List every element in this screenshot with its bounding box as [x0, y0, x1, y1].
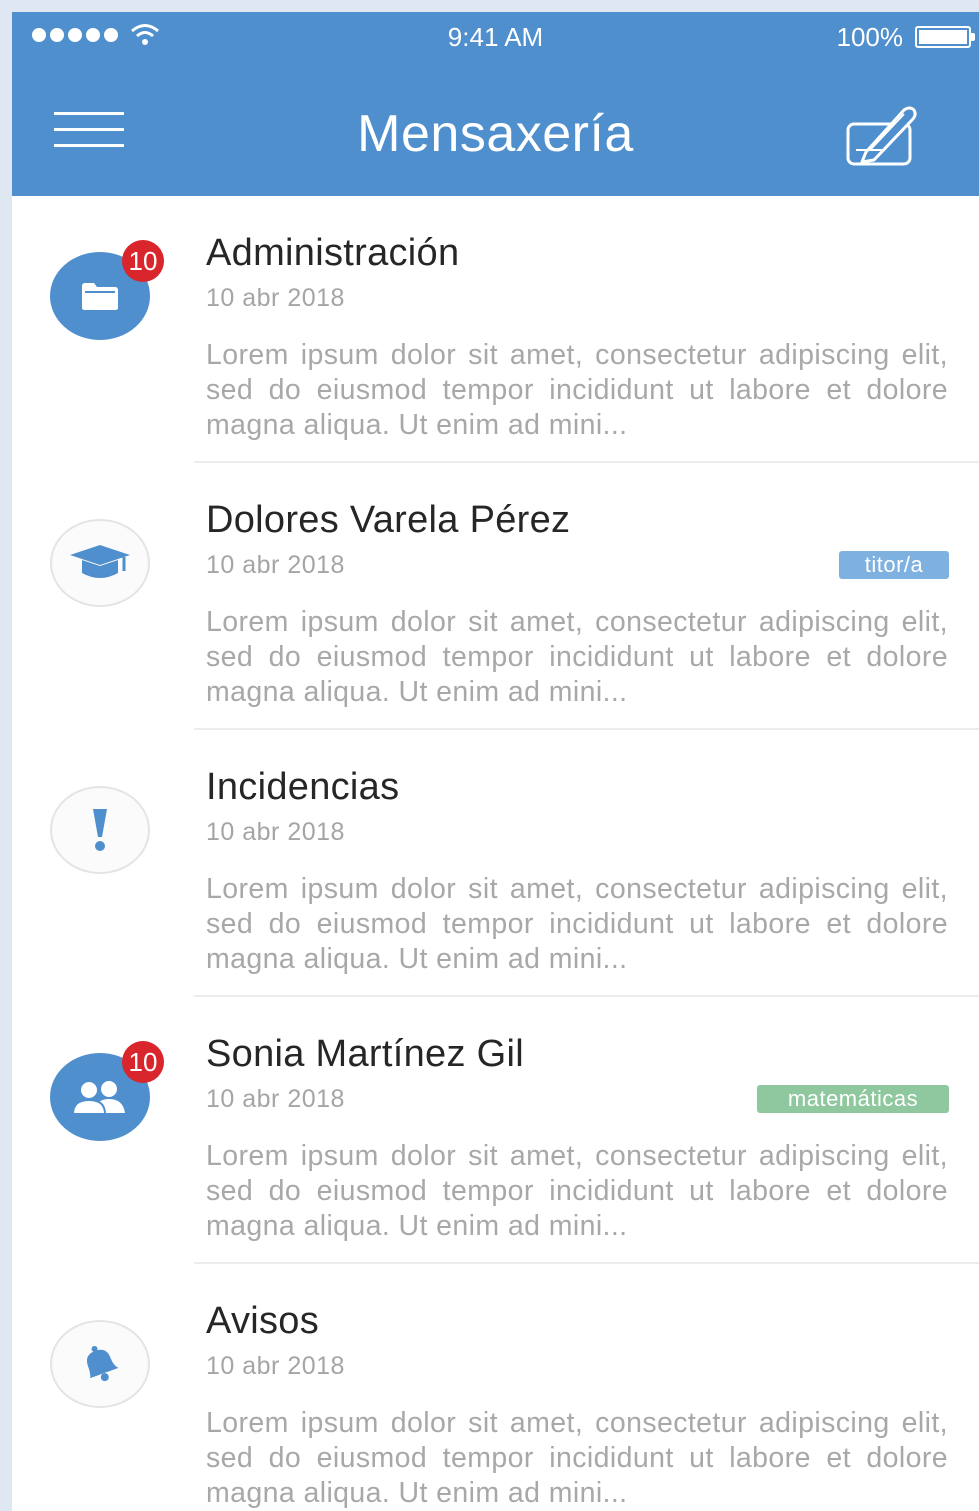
message-preview: Lorem ipsum dolor sit amet, consectetur …: [206, 606, 948, 708]
category-tag: matemáticas: [757, 1085, 949, 1113]
message-preview: Lorem ipsum dolor sit amet, consectetur …: [206, 1140, 948, 1242]
sender-name: Incidencias: [206, 766, 400, 808]
list-item[interactable]: 10 Sonia Martínez Gil 10 abr 2018 matemá…: [12, 997, 979, 1264]
app-header: 9:41 AM 100% Mensaxería: [12, 12, 979, 196]
message-list: 10 Administración 10 abr 2018 Lorem ipsu…: [12, 196, 979, 1511]
sender-name: Dolores Varela Pérez: [206, 499, 571, 541]
sender-name: Sonia Martínez Gil: [206, 1033, 524, 1075]
list-item[interactable]: 10 Administración 10 abr 2018 Lorem ipsu…: [12, 196, 979, 463]
exclamation-icon: [50, 786, 150, 874]
list-item[interactable]: Incidencias 10 abr 2018 Lorem ipsum dolo…: [12, 730, 979, 997]
battery-full-icon: [915, 26, 975, 48]
status-time: 9:41 AM: [447, 22, 544, 52]
battery-percentage: 100%: [836, 22, 904, 52]
sender-name: Administración: [206, 232, 460, 274]
message-date: 10 abr 2018: [206, 284, 345, 312]
message-preview: Lorem ipsum dolor sit amet, consectetur …: [206, 339, 948, 441]
category-tag: titor/a: [839, 551, 949, 579]
message-date: 10 abr 2018: [206, 1352, 345, 1380]
list-item[interactable]: Avisos 10 abr 2018 Lorem ipsum dolor sit…: [12, 1264, 979, 1511]
graduation-cap-icon: [50, 519, 150, 607]
message-preview: Lorem ipsum dolor sit amet, consectetur …: [206, 873, 948, 975]
list-item[interactable]: Dolores Varela Pérez 10 abr 2018 titor/a…: [12, 463, 979, 730]
message-preview: Lorem ipsum dolor sit amet, consectetur …: [206, 1407, 948, 1509]
message-date: 10 abr 2018: [206, 551, 345, 579]
page-title: Mensaxería: [357, 105, 634, 163]
message-date: 10 abr 2018: [206, 1085, 345, 1113]
compose-pen-icon[interactable]: [844, 102, 924, 168]
bell-icon: [50, 1320, 150, 1408]
unread-badge: 10: [122, 240, 164, 282]
app-screen: 9:41 AM 100% Mensaxería 10 Administració…: [12, 12, 979, 1511]
sender-name: Avisos: [206, 1300, 320, 1342]
unread-badge: 10: [122, 1041, 164, 1083]
status-bar: 9:41 AM 100%: [12, 12, 979, 62]
message-date: 10 abr 2018: [206, 818, 345, 846]
